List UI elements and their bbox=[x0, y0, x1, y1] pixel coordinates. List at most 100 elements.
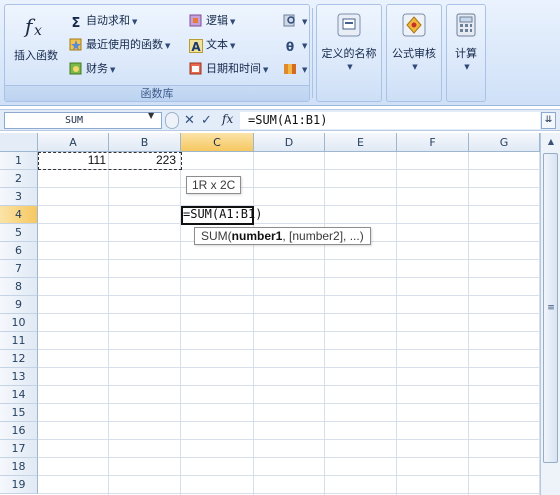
column-header-e[interactable]: E bbox=[325, 133, 397, 152]
column-header-d[interactable]: D bbox=[254, 133, 325, 152]
lookup-reference-button[interactable]: ▼ bbox=[283, 11, 307, 31]
row-header-5[interactable]: 5 bbox=[0, 224, 38, 242]
current-argument: number1 bbox=[231, 229, 283, 243]
ribbon: f x 插入函数 Σ 自动求和 ▼ 最近使用的函数 ▼ 财务 ▼ 逻辑 ▼ A 文本 ▼ 日期… bbox=[0, 0, 560, 106]
star-book-icon bbox=[69, 37, 83, 51]
formula-input[interactable]: =SUM(A1:B1) bbox=[240, 112, 540, 129]
row-header-9[interactable]: 9 bbox=[0, 296, 38, 314]
function-library-group: f x 插入函数 Σ 自动求和 ▼ 最近使用的函数 ▼ 财务 ▼ 逻辑 ▼ A 文本 ▼ 日期… bbox=[4, 4, 310, 102]
name-box[interactable]: SUM bbox=[4, 112, 162, 129]
math-trig-button[interactable]: θ ▼ bbox=[283, 35, 308, 55]
grid-line-vertical bbox=[180, 152, 181, 495]
logical-button[interactable]: 逻辑 ▼ bbox=[189, 11, 235, 31]
grid-line-horizontal bbox=[38, 385, 540, 386]
grid-line-horizontal bbox=[38, 367, 540, 368]
grid-line-horizontal bbox=[38, 277, 540, 278]
grid-line-vertical bbox=[468, 152, 469, 495]
fx-icon: f x bbox=[23, 14, 42, 39]
grid-line-vertical bbox=[396, 152, 397, 495]
row-header-12[interactable]: 12 bbox=[0, 350, 38, 368]
vertical-scrollbar[interactable]: ▲ ≡ bbox=[540, 133, 560, 495]
column-header-f[interactable]: F bbox=[397, 133, 469, 152]
column-header-b[interactable]: B bbox=[109, 133, 181, 152]
row-header-18[interactable]: 18 bbox=[0, 458, 38, 476]
scroll-grip-icon: ≡ bbox=[547, 303, 555, 313]
calculator-icon bbox=[456, 13, 476, 37]
formula-bar: SUM ▼ ✕ ✓ fx =SUM(A1:B1) ⇊ bbox=[0, 109, 560, 131]
calculation-group: 计算 ▼ bbox=[446, 4, 486, 102]
function-library-label: 函数库 bbox=[5, 85, 309, 101]
grid-line-horizontal bbox=[38, 421, 540, 422]
column-header-c[interactable]: C bbox=[181, 133, 254, 152]
scroll-up-icon[interactable]: ▲ bbox=[544, 135, 558, 149]
row-header-19[interactable]: 19 bbox=[0, 476, 38, 494]
calculation-dropdown-icon: ▼ bbox=[464, 63, 470, 71]
money-book-icon bbox=[69, 61, 83, 75]
row-header-2[interactable]: 2 bbox=[0, 170, 38, 188]
more-functions-button[interactable]: ▼ bbox=[283, 59, 307, 79]
worksheet: ABCDEFG 1 2 3 4 5 6 7 8 9 10 11 12 13 14 15 16 17 18 19 11… bbox=[0, 133, 560, 495]
row-header-15[interactable]: 15 bbox=[0, 404, 38, 422]
row-header-3[interactable]: 3 bbox=[0, 188, 38, 206]
names-icon bbox=[337, 13, 361, 37]
more-books-icon bbox=[283, 61, 297, 75]
row-header-16[interactable]: 16 bbox=[0, 422, 38, 440]
row-header-8[interactable]: 8 bbox=[0, 278, 38, 296]
audit-icon bbox=[402, 13, 426, 37]
recent-functions-button[interactable]: 最近使用的函数 ▼ bbox=[69, 35, 170, 55]
selection-size-tooltip: 1R x 2C bbox=[186, 176, 242, 194]
theta-book-icon: θ bbox=[285, 40, 295, 54]
select-all-corner[interactable] bbox=[0, 133, 38, 152]
grid-line-vertical bbox=[324, 152, 325, 495]
cell-b1[interactable]: 223 bbox=[110, 153, 176, 167]
formula-auditing-group: 公式审核 ▼ bbox=[386, 4, 442, 102]
grid-line-horizontal bbox=[38, 313, 540, 314]
grid-line-horizontal bbox=[38, 187, 540, 188]
grid-line-horizontal bbox=[38, 259, 540, 260]
cell-c4-formula[interactable]: =SUM(A1:B1) bbox=[183, 207, 262, 221]
row-header-13[interactable]: 13 bbox=[0, 368, 38, 386]
remaining-arguments: , [number2], ...) bbox=[282, 229, 364, 243]
cancel-icon[interactable]: ✕ bbox=[184, 113, 195, 128]
row-header-7[interactable]: 7 bbox=[0, 260, 38, 278]
column-header-a[interactable]: A bbox=[38, 133, 109, 152]
insert-function-fx-icon[interactable]: fx bbox=[222, 112, 233, 126]
text-book-icon: A bbox=[189, 39, 203, 54]
row-header-1[interactable]: 1 bbox=[0, 152, 38, 170]
grid-line-vertical bbox=[253, 152, 254, 495]
enter-icon[interactable]: ✓ bbox=[201, 113, 212, 128]
defined-names-button[interactable]: 定义的名称 ▼ bbox=[317, 11, 381, 71]
datetime-button[interactable]: 日期和时间 ▼ bbox=[189, 59, 268, 79]
grid-line-horizontal bbox=[38, 331, 540, 332]
financial-button[interactable]: 财务 ▼ bbox=[69, 59, 115, 79]
name-box-dropdown-icon[interactable]: ▼ bbox=[148, 111, 154, 120]
cell-a1[interactable]: 111 bbox=[38, 153, 106, 167]
calendar-book-icon bbox=[189, 61, 203, 75]
grid-line-vertical bbox=[108, 152, 109, 495]
ribbon-divider bbox=[312, 8, 313, 98]
formula-auditing-button[interactable]: 公式审核 ▼ bbox=[387, 11, 441, 71]
expand-formula-bar-icon[interactable]: ⇊ bbox=[541, 112, 556, 129]
function-argument-tooltip[interactable]: SUM(number1, [number2], ...) bbox=[194, 227, 371, 245]
text-button[interactable]: A 文本 ▼ bbox=[189, 35, 235, 55]
sigma-icon: Σ bbox=[71, 16, 81, 31]
magnifier-book-icon bbox=[283, 13, 297, 27]
grid-line-horizontal bbox=[38, 205, 540, 206]
grid-line-horizontal bbox=[38, 223, 540, 224]
grid-line-horizontal bbox=[38, 295, 540, 296]
insert-function-button[interactable]: f x 插入函数 bbox=[9, 11, 63, 63]
row-header-14[interactable]: 14 bbox=[0, 386, 38, 404]
calculation-button[interactable]: 计算 ▼ bbox=[447, 11, 485, 71]
row-header-17[interactable]: 17 bbox=[0, 440, 38, 458]
grid-line-horizontal bbox=[38, 403, 540, 404]
logic-book-icon bbox=[189, 13, 203, 27]
defined-names-dropdown-icon: ▼ bbox=[347, 63, 353, 71]
row-header-6[interactable]: 6 bbox=[0, 242, 38, 260]
row-header-4[interactable]: 4 bbox=[0, 206, 38, 224]
row-header-11[interactable]: 11 bbox=[0, 332, 38, 350]
row-header-10[interactable]: 10 bbox=[0, 314, 38, 332]
formula-bar-grip[interactable] bbox=[165, 112, 179, 129]
autosum-button[interactable]: Σ 自动求和 ▼ bbox=[69, 11, 138, 31]
column-header-g[interactable]: G bbox=[469, 133, 540, 152]
formula-auditing-dropdown-icon: ▼ bbox=[412, 63, 418, 71]
